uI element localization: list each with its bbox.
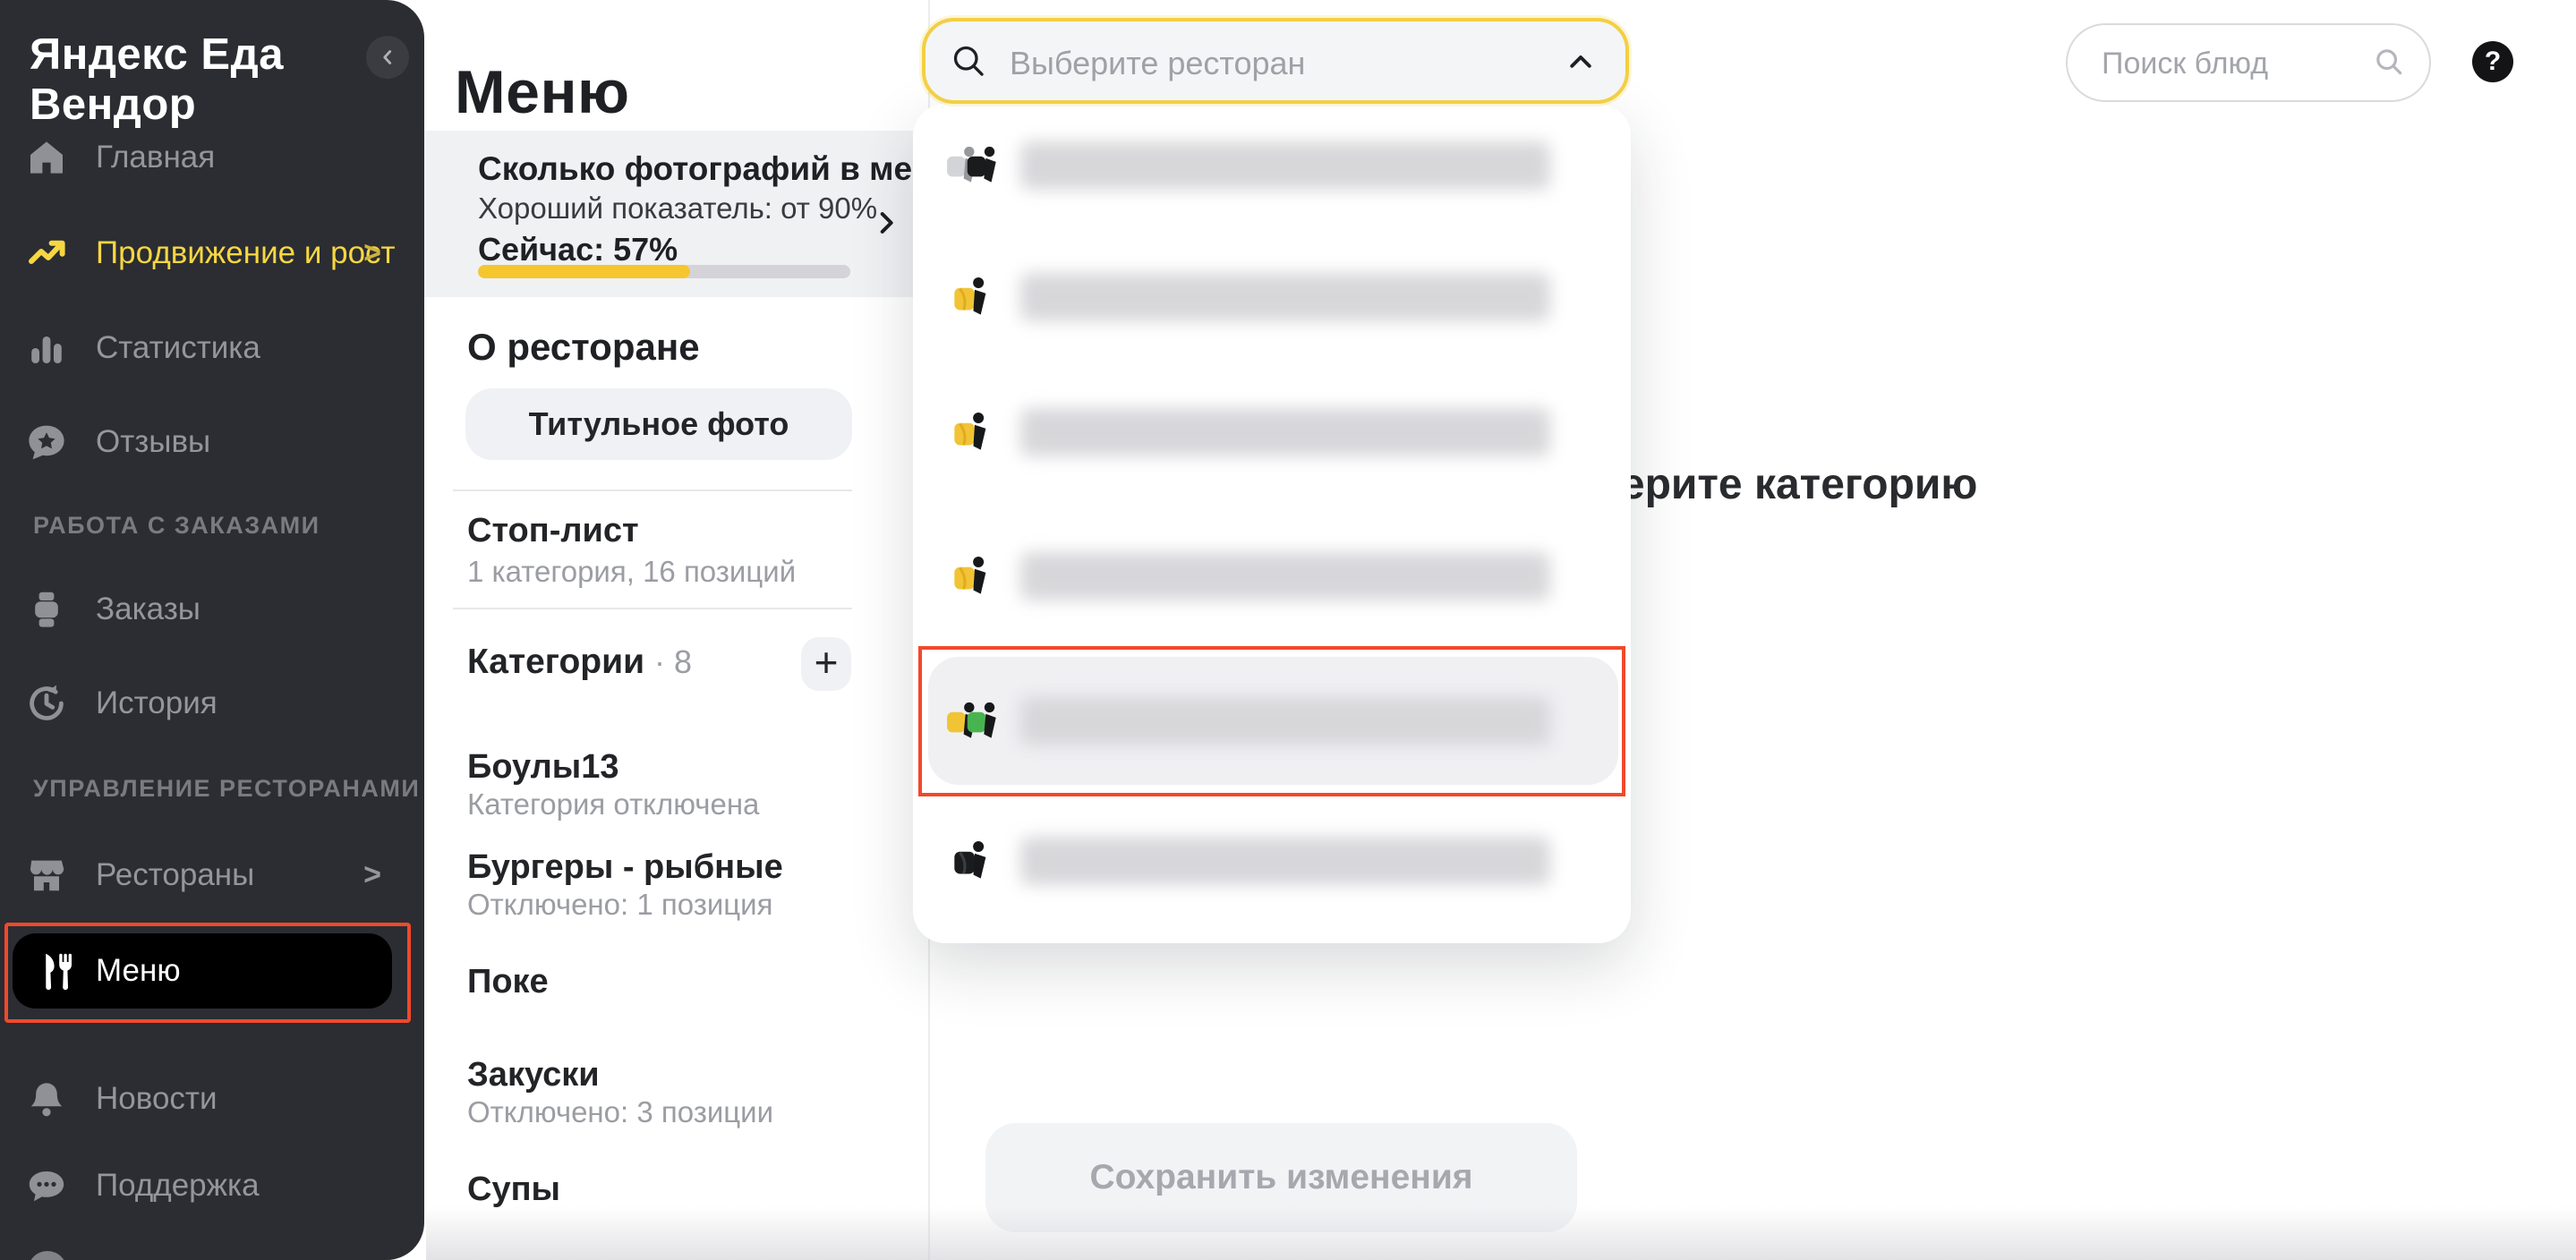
chevron-left-icon [376, 46, 399, 69]
courier-pair-gray-black-icon [945, 143, 1004, 188]
sidebar-section-orders: РАБОТА С ЗАКАЗАМИ [33, 512, 320, 540]
menu-photos-card[interactable]: Сколько фотографий в меню Хороший показа… [424, 131, 928, 297]
restaurant-select[interactable]: Выберите ресторан [922, 18, 1629, 104]
sidebar-item-promotion[interactable]: Продвижение и рост > [0, 228, 424, 278]
question-mark-icon: ? [2485, 47, 2501, 77]
divider [453, 490, 852, 491]
save-changes-button[interactable]: Сохранить изменения [985, 1123, 1577, 1232]
menu-panel: Меню Сколько фотографий в меню Хороший п… [424, 0, 930, 1260]
photos-card-subtitle: Хороший показатель: от 90% [478, 192, 877, 226]
sidebar-item-label: Отзывы [96, 424, 210, 460]
photos-progress-track [478, 265, 850, 278]
restaurant-dropdown [913, 104, 1631, 943]
restaurant-name-blurred [1020, 837, 1550, 885]
app-root: Яндекс Еда Вендор Главная Продвижение и … [0, 0, 2576, 1260]
add-category-button[interactable]: + [801, 637, 851, 691]
restaurant-name-blurred [1020, 408, 1550, 456]
sidebar-item-orders[interactable]: Заказы [0, 584, 424, 634]
categories-title: Категории [467, 643, 644, 681]
sidebar-item-news[interactable]: Новости [0, 1074, 424, 1124]
restaurant-option[interactable] [913, 387, 1631, 477]
sidebar-item-home[interactable]: Главная [0, 132, 424, 183]
sidebar-item-reviews[interactable]: Отзывы [0, 417, 424, 467]
sidebar-item-label: Главная [96, 140, 215, 175]
annotation-red-box-restaurant-option [918, 646, 1625, 796]
sidebar-item-restaurants[interactable]: Рестораны > [0, 850, 424, 900]
category-item[interactable]: Супы [467, 1171, 560, 1209]
chat-dots-icon [23, 1162, 70, 1209]
chevron-right-icon [871, 208, 901, 238]
avatar[interactable] [28, 1251, 67, 1260]
category-note: Отключено: 1 позиция [467, 888, 772, 922]
title-photo-button[interactable]: Титульное фото [465, 388, 852, 460]
sidebar-item-label: История [96, 685, 218, 721]
divider [453, 608, 852, 609]
restaurant-name-blurred [1020, 141, 1550, 190]
courier-black-icon [945, 839, 1004, 883]
sidebar-item-history[interactable]: История [0, 678, 424, 728]
bar-chart-icon [23, 325, 70, 371]
restaurant-option[interactable] [913, 121, 1631, 210]
page-title: Меню [455, 57, 630, 127]
categories-header: Категории · 8 [467, 643, 692, 682]
chevron-right-icon: > [363, 236, 381, 271]
chevron-up-icon [1565, 47, 1597, 79]
photo-progress-fill [478, 265, 690, 278]
dot-separator: · [654, 643, 665, 680]
category-item[interactable]: Бургеры - рыбные [467, 848, 783, 887]
help-button[interactable]: ? [2472, 41, 2513, 82]
plus-icon: + [815, 638, 839, 686]
stoplist-title[interactable]: Стоп-лист [467, 512, 639, 550]
dish-search-input[interactable] [2100, 25, 2372, 102]
category-item[interactable]: Закуски [467, 1056, 600, 1094]
category-note: Категория отключена [467, 788, 759, 822]
photos-card-title: Сколько фотографий в меню [478, 150, 960, 188]
search-icon [2372, 45, 2406, 79]
sidebar-item-label: Поддержка [96, 1168, 260, 1204]
courier-yellow-icon [945, 410, 1004, 455]
trending-up-icon [23, 230, 70, 277]
sidebar-item-label: Статистика [96, 330, 260, 366]
sidebar-section-restaurants: УПРАВЛЕНИЕ РЕСТОРАНАМИ [33, 775, 420, 803]
sidebar-item-statistics[interactable]: Статистика [0, 323, 424, 373]
sidebar-item-label: Заказы [96, 592, 200, 627]
courier-yellow-icon [945, 275, 1004, 319]
category-item[interactable]: Поке [467, 963, 549, 1001]
app-logo: Яндекс Еда Вендор [30, 30, 424, 130]
sidebar-collapse-button[interactable] [366, 36, 409, 79]
restaurant-name-blurred [1020, 552, 1550, 600]
sidebar-item-label: Новости [96, 1081, 218, 1117]
dish-search [2066, 23, 2431, 102]
stoplist-subtitle: 1 категория, 16 позиций [467, 555, 796, 589]
sidebar: Яндекс Еда Вендор Главная Продвижение и … [0, 0, 424, 1260]
restaurant-name-blurred [1020, 273, 1550, 321]
restaurant-select-placeholder: Выберите ресторан [1010, 45, 1305, 82]
restaurant-option[interactable] [913, 532, 1631, 621]
review-star-bubble-icon [23, 419, 70, 465]
restaurant-option[interactable] [913, 252, 1631, 342]
categories-count: 8 [674, 643, 692, 680]
home-icon [23, 134, 70, 181]
courier-yellow-icon [945, 554, 1004, 599]
photos-card-current: Сейчас: 57% [478, 231, 678, 268]
sidebar-item-support[interactable]: Поддержка [0, 1161, 424, 1211]
about-restaurant-heading: О ресторане [467, 326, 700, 369]
restaurant-option[interactable] [913, 816, 1631, 906]
sidebar-item-label: Продвижение и рост [96, 235, 396, 271]
storefront-icon [23, 852, 70, 898]
category-item[interactable]: Боулы13 [467, 748, 619, 787]
receipt-icon [23, 586, 70, 633]
history-clock-icon [23, 680, 70, 727]
sidebar-item-label: Рестораны [96, 857, 254, 893]
category-note: Отключено: 3 позиции [467, 1095, 773, 1129]
chevron-right-icon: > [363, 858, 381, 893]
search-icon [949, 41, 988, 81]
annotation-red-box-menu [4, 923, 411, 1023]
bell-icon [23, 1076, 70, 1122]
